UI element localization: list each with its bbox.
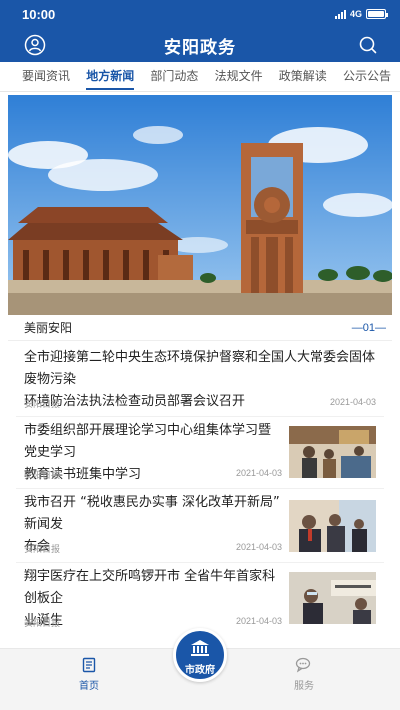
tab-regulations[interactable]: 法规文件 [215, 62, 263, 92]
news-date: 2021-04-03 [236, 468, 283, 478]
tab-headline-news[interactable]: 要闻资讯 [22, 62, 70, 92]
government-building-icon [191, 640, 209, 656]
news-source: 安阳日报 [24, 470, 61, 480]
news-date: 2021-04-03 [236, 616, 283, 626]
status-icons: 4G [334, 9, 388, 19]
tab-policy-interpretation[interactable]: 政策解读 [279, 62, 327, 92]
city-government-button[interactable]: 市政府 [173, 628, 227, 682]
tab-public-notices[interactable]: 公示公告 [343, 62, 391, 92]
news-source: 安阳日报 [24, 399, 61, 409]
divider [16, 416, 384, 417]
news-item[interactable]: 市委组织部开展理论学习中心组集体学习暨党史学习 教育读书班集中学习 安阳日报 2… [0, 420, 400, 488]
status-bar: 10:00 4G [0, 0, 400, 30]
tab-department-news[interactable]: 部门动态 [150, 62, 198, 92]
search-icon[interactable] [358, 35, 378, 55]
news-source: 安阳日报 [24, 618, 61, 628]
news-source: 安阳日报 [24, 544, 61, 554]
banner-page-indicator: —01— [351, 321, 386, 334]
category-tabs: 要闻资讯 地方新闻 部门动态 法规文件 政策解读 公示公告 [0, 62, 400, 92]
news-thumbnail [289, 500, 376, 552]
page-title: 安阳政务 [164, 38, 236, 58]
network-type: 4G [349, 9, 362, 19]
news-date: 2021-04-03 [329, 397, 376, 407]
document-icon [82, 657, 96, 673]
app-header: 10:00 4G 安阳政务 [0, 0, 400, 62]
divider [16, 488, 384, 489]
banner-photo [8, 95, 392, 315]
chat-icon [295, 657, 311, 673]
banner-caption-row: 美丽安阳 —01— [8, 315, 392, 341]
city-government-label: 市政府 [185, 665, 215, 676]
news-item[interactable]: 我市召开 “税收惠民办实事 深化改革开新局” 新闻发 布会 安阳日报 2021-… [0, 492, 400, 562]
status-time: 10:00 [22, 7, 56, 22]
nav-home-label: 首页 [79, 681, 99, 692]
banner-caption: 美丽安阳 [24, 321, 73, 335]
news-thumbnail [289, 572, 376, 624]
nav-service-label: 服务 [294, 681, 314, 692]
tab-local-news[interactable]: 地方新闻 [86, 62, 135, 92]
nav-bar: 安阳政务 [0, 30, 400, 62]
nav-service[interactable]: 服务 [274, 657, 334, 692]
nav-home[interactable]: 首页 [59, 657, 119, 692]
news-thumbnail [289, 426, 376, 478]
news-item[interactable]: 全市迎接第二轮中央生态环境保护督察和全国人大常委会固体废物污染 环境防治法执法检… [0, 341, 400, 413]
signal-icon [334, 9, 346, 19]
news-date: 2021-04-03 [236, 542, 283, 552]
battery-icon [366, 9, 388, 19]
divider [16, 562, 384, 563]
banner-image[interactable] [8, 95, 392, 315]
